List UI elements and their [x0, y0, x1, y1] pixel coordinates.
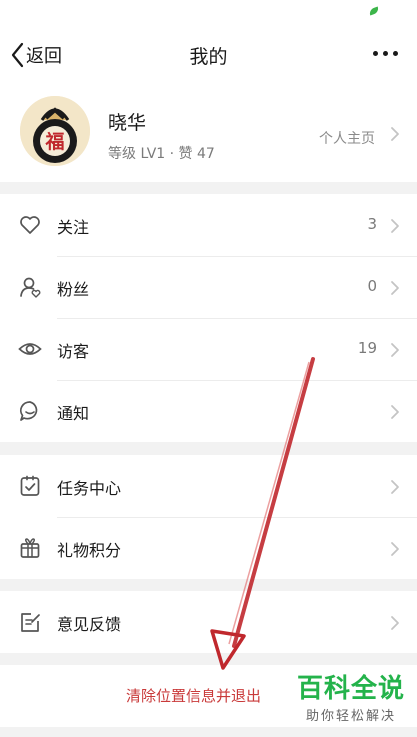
menu-row-notifications[interactable]: 通知: [0, 380, 417, 442]
menu-label: 访客: [57, 342, 90, 361]
menu-label: 关注: [57, 218, 90, 237]
status-bar: [0, 0, 417, 26]
menu-label: 通知: [57, 404, 90, 423]
eye-icon: [18, 337, 42, 361]
menu-row-fans[interactable]: 粉丝 0: [0, 256, 417, 318]
chevron-right-icon: [389, 479, 401, 495]
menu-group-tasks: 任务中心 礼物积分: [0, 455, 417, 579]
menu-row-task-center[interactable]: 任务中心: [0, 455, 417, 517]
menu-row-follow[interactable]: 关注 3: [0, 194, 417, 256]
watermark-subtitle: 助你轻松解决: [305, 709, 396, 724]
page-title: 我的: [189, 46, 228, 68]
menu-row-visitors[interactable]: 访客 19: [0, 318, 417, 380]
profile-name: 晓华: [108, 112, 147, 134]
chevron-right-icon: [389, 126, 401, 142]
chevron-right-icon: [389, 342, 401, 358]
avatar[interactable]: 福: [20, 96, 90, 166]
menu-label: 意见反馈: [57, 615, 122, 634]
chevron-right-icon: [389, 404, 401, 420]
menu-label: 礼物积分: [57, 541, 122, 560]
chevron-right-icon: [389, 541, 401, 557]
more-dots-icon[interactable]: [373, 48, 399, 60]
chevron-right-icon: [389, 218, 401, 234]
visitor-count: 19: [357, 339, 377, 357]
menu-row-gift-points[interactable]: 礼物积分: [0, 517, 417, 579]
menu-label: 粉丝: [57, 280, 90, 299]
menu-label: 任务中心: [57, 479, 122, 498]
follow-count: 3: [367, 215, 377, 233]
clear-location-and-logout-button[interactable]: 清除位置信息并退出: [126, 685, 261, 706]
menu-group-social: 关注 3 粉丝 0 访客 19 通知: [0, 194, 417, 442]
heart-icon: [18, 213, 42, 237]
avatar-glyph: 福: [44, 130, 64, 153]
watermark: 百科全说 助你轻松解决: [297, 675, 405, 724]
menu-row-feedback[interactable]: 意见反馈: [0, 591, 417, 653]
chevron-right-icon: [389, 615, 401, 631]
profile-homepage-link[interactable]: 个人主页: [319, 128, 375, 148]
fans-icon: [18, 275, 42, 299]
profile-meta: 等级 LV1 · 赞 47: [108, 146, 215, 162]
gift-icon: [18, 536, 42, 560]
leaf-icon: [368, 6, 380, 16]
navigation-bar: 返回 我的: [0, 26, 417, 84]
edit-note-icon: [18, 610, 42, 634]
chat-bubble-icon: [18, 399, 42, 423]
profile-card[interactable]: 福 晓华 等级 LV1 · 赞 47 个人主页: [0, 84, 417, 182]
watermark-title: 百科全说: [296, 674, 405, 704]
clipboard-check-icon: [18, 474, 42, 498]
fans-count: 0: [367, 277, 377, 295]
chevron-right-icon: [389, 280, 401, 296]
menu-group-feedback: 意见反馈: [0, 591, 417, 653]
